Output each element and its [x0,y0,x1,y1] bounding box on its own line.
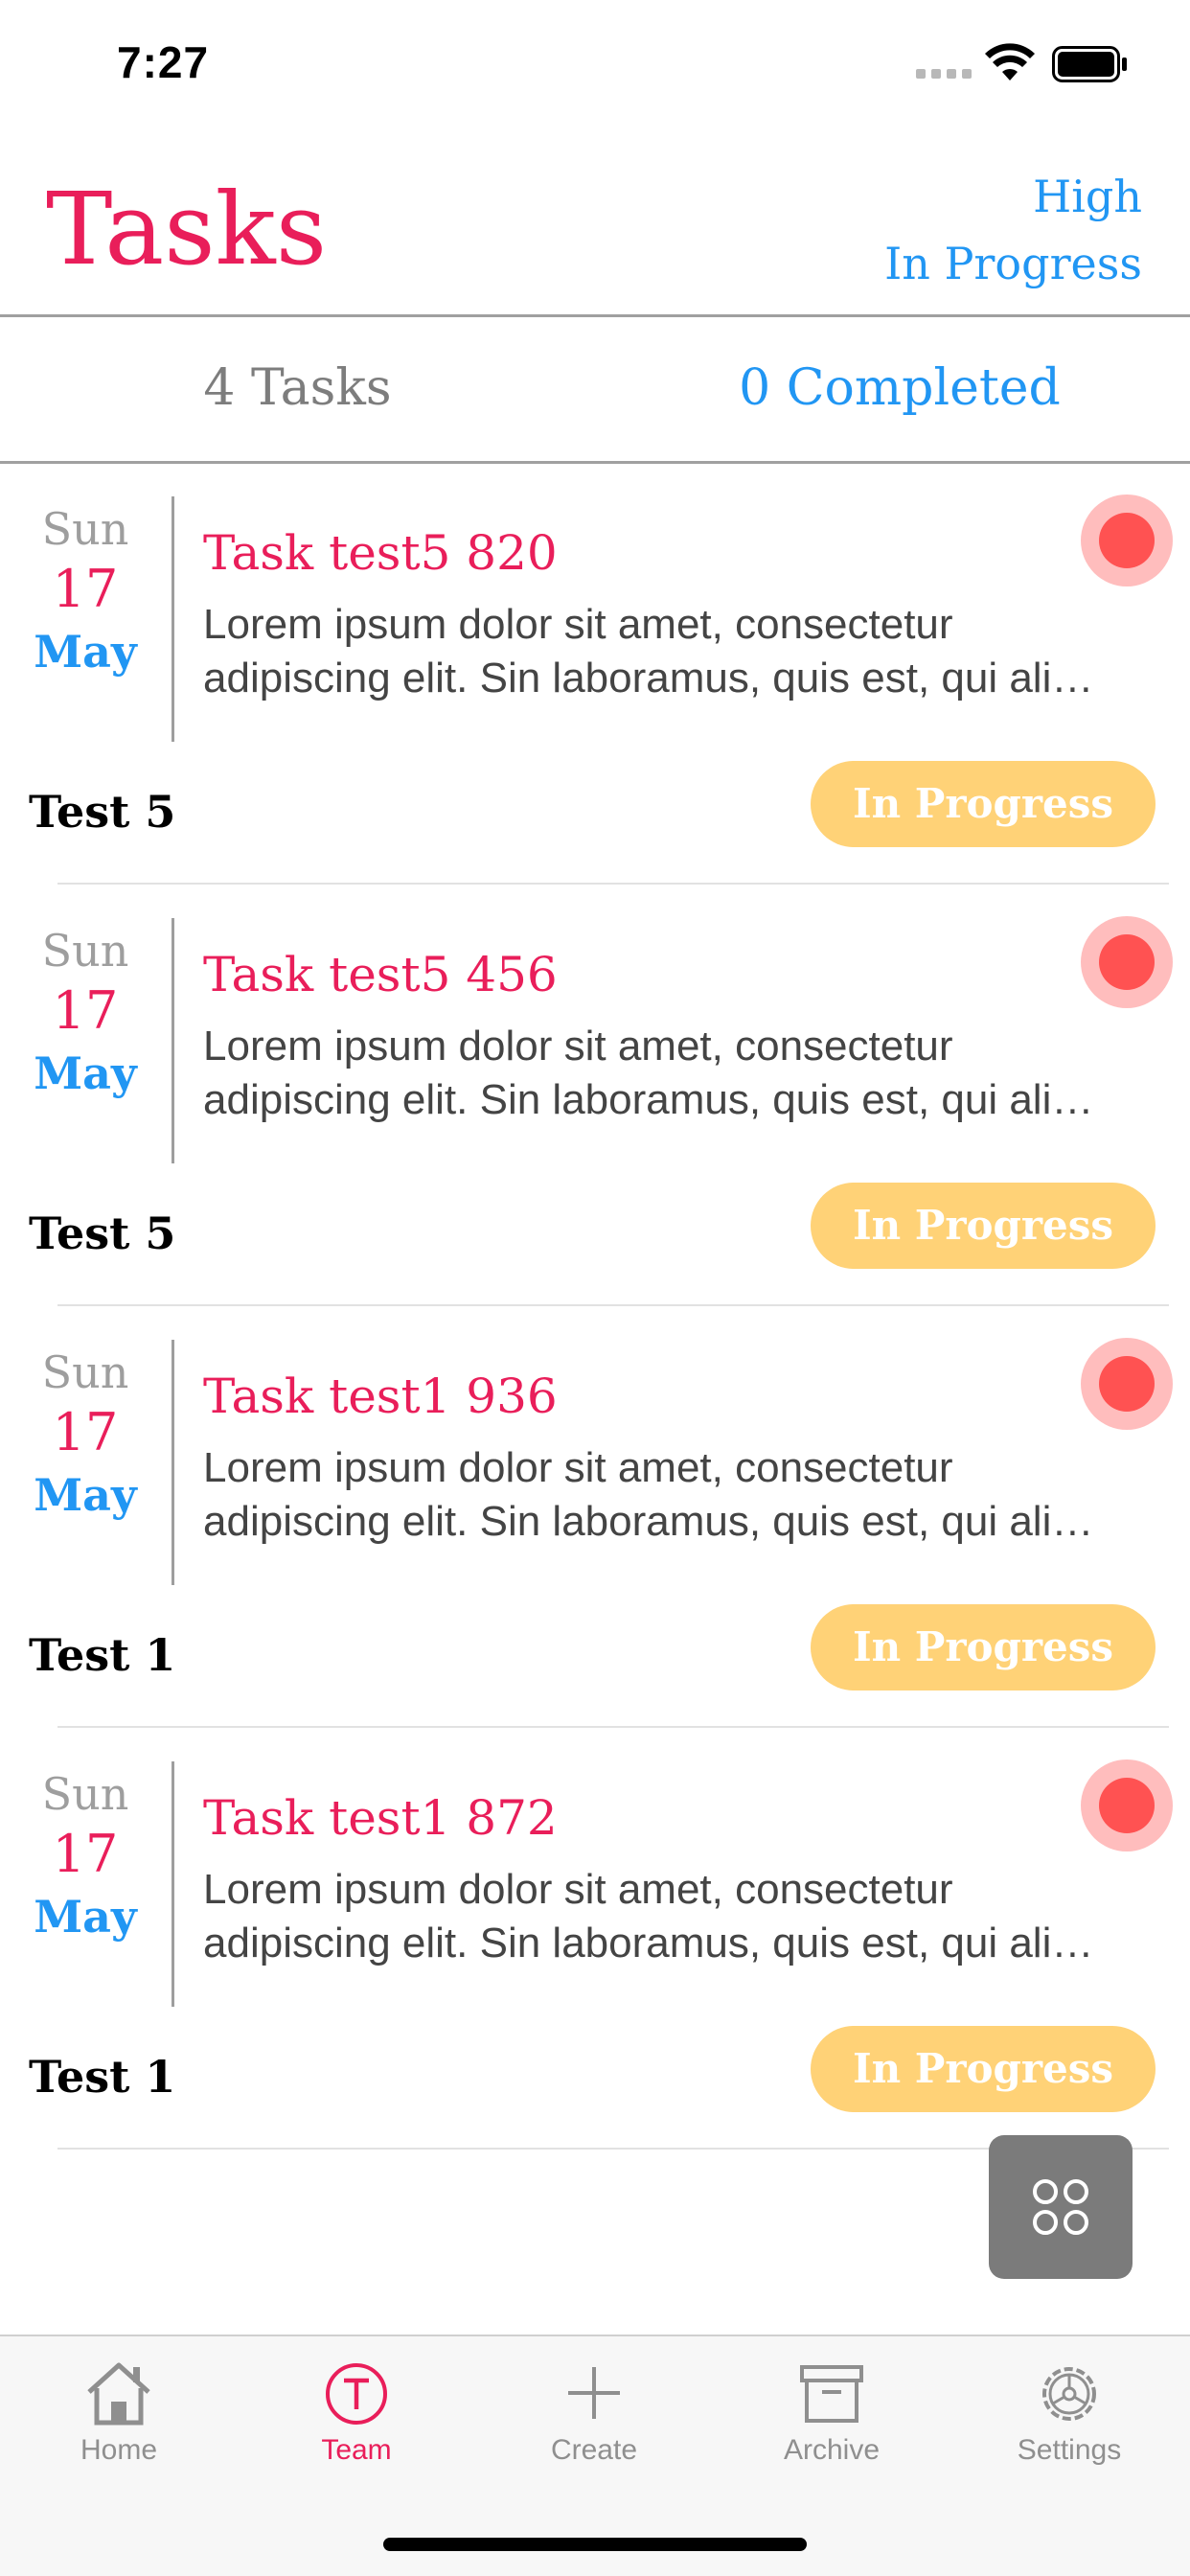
task-description-line: Lorem ipsum dolor sit amet, consectetur [203,601,953,648]
task-description-line: adipiscing elit. Sin laboramus, quis est… [203,1920,1094,1966]
priority-indicator-icon [1081,1760,1173,1852]
grid-menu-button[interactable] [989,2135,1133,2279]
priority-indicator-icon [1081,916,1173,1008]
status-bar: 7:27 [0,0,1190,125]
card-divider [57,1304,1169,1306]
tab-label: Home [80,2434,158,2466]
task-title[interactable]: Task test5 820 [203,525,558,581]
date-month: May [34,626,137,678]
plus-icon [568,2367,620,2419]
card-divider [57,883,1169,885]
date-month: May [34,1891,137,1943]
date-month: May [34,1469,137,1521]
tab-label: Create [550,2434,638,2466]
status-badge[interactable]: In Progress [811,2026,1156,2112]
page-title: Tasks [46,171,328,288]
tab-home[interactable]: Home [0,2359,238,2467]
tab-team[interactable]: Team [238,2359,475,2467]
cellular-signal-icon [916,69,972,79]
priority-indicator-icon [1081,1338,1173,1430]
date-divider [172,1761,174,2007]
date-day: 17 [52,559,119,619]
tab-create[interactable]: Create [475,2359,713,2467]
team-label: Test 5 [29,1208,176,1259]
date-weekday: Sun [41,503,129,555]
task-description: Lorem ipsum dolor sit amet, consectetur … [203,1020,1161,1127]
task-date: Sun 17 May [0,924,171,1102]
status-time: 7:27 [117,37,210,87]
date-weekday: Sun [41,925,129,977]
task-title[interactable]: Task test1 936 [203,1368,558,1424]
task-description-line: Lorem ipsum dolor sit amet, consectetur [203,1023,953,1070]
date-divider [172,918,174,1163]
priority-indicator-icon [1081,494,1173,586]
task-card[interactable]: Sun 17 May Task test1 936 Lorem ipsum do… [0,1307,1190,1729]
task-card[interactable]: Sun 17 May Task test5 820 Lorem ipsum do… [0,464,1190,886]
tab-label: Settings [1017,2434,1122,2466]
task-description-line: adipiscing elit. Sin laboramus, quis est… [203,1498,1094,1545]
tab-label: Team [321,2434,392,2466]
status-badge[interactable]: In Progress [811,1183,1156,1269]
home-icon [87,2362,150,2426]
status-badge[interactable]: In Progress [811,761,1156,847]
date-weekday: Sun [41,1346,129,1398]
settings-icon [1042,2367,1096,2421]
task-description-line: Lorem ipsum dolor sit amet, consectetur [203,1866,953,1913]
filter-button[interactable]: High In Progress [884,163,1142,297]
tab-label: Archive [783,2434,881,2466]
status-badge[interactable]: In Progress [811,1604,1156,1690]
date-day: 17 [52,1402,119,1462]
archive-icon [800,2365,863,2423]
task-card[interactable]: Sun 17 May Task test5 456 Lorem ipsum do… [0,886,1190,1307]
date-divider [172,1340,174,1585]
task-card[interactable]: Sun 17 May Task test1 872 Lorem ipsum do… [0,1729,1190,2150]
task-description-line: adipiscing elit. Sin laboramus, quis est… [203,1076,1094,1123]
completed-count[interactable]: 0 Completed [595,359,1190,417]
task-description: Lorem ipsum dolor sit amet, consectetur … [203,598,1161,705]
wifi-icon [985,43,1035,80]
team-icon [326,2363,387,2425]
task-title[interactable]: Task test5 456 [203,947,558,1002]
task-description-line: Lorem ipsum dolor sit amet, consectetur [203,1444,953,1491]
filter-status[interactable]: In Progress [884,230,1142,297]
date-day: 17 [52,1824,119,1884]
task-date: Sun 17 May [0,502,171,680]
team-label: Test 1 [29,1629,176,1681]
tab-settings[interactable]: Settings [950,2359,1188,2467]
home-indicator[interactable] [383,2538,807,2551]
tab-archive[interactable]: Archive [713,2359,950,2467]
header: Tasks High In Progress [0,125,1190,316]
team-label: Test 5 [29,786,176,838]
task-title[interactable]: Task test1 872 [203,1790,558,1846]
date-day: 17 [52,980,119,1041]
battery-icon [1052,46,1127,82]
team-label: Test 1 [29,2051,176,2103]
date-divider [172,496,174,742]
filter-priority[interactable]: High [884,163,1142,230]
task-date: Sun 17 May [0,1767,171,1945]
task-description: Lorem ipsum dolor sit amet, consectetur … [203,1863,1161,1970]
date-weekday: Sun [41,1768,129,1820]
tasks-count[interactable]: 4 Tasks [0,359,595,417]
card-divider [57,1726,1169,1728]
task-summary: 4 Tasks 0 Completed [0,317,1190,461]
task-description-line: adipiscing elit. Sin laboramus, quis est… [203,655,1094,702]
task-date: Sun 17 May [0,1346,171,1524]
date-month: May [34,1047,137,1099]
task-description: Lorem ipsum dolor sit amet, consectetur … [203,1441,1161,1549]
